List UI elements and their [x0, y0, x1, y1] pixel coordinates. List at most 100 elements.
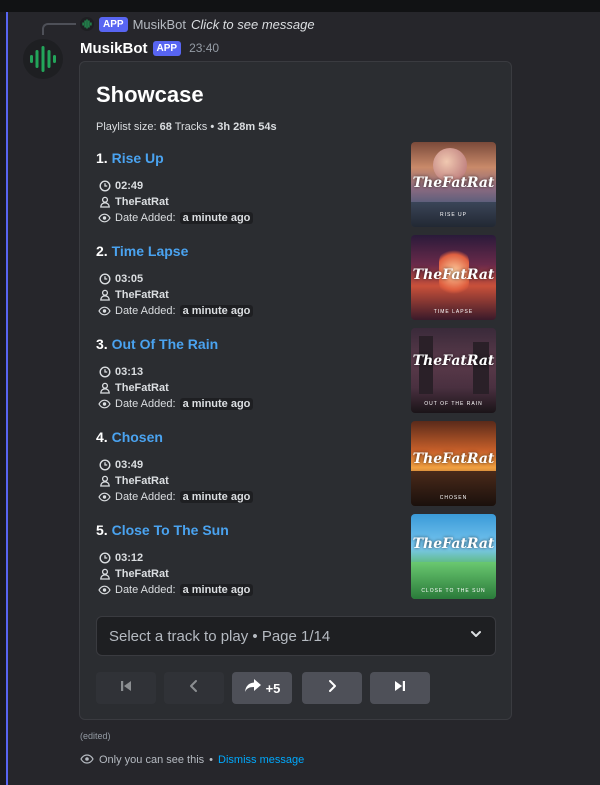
app-tag: APP [152, 40, 182, 56]
cover-subtitle: OUT OF THE RAIN [424, 401, 483, 407]
clock-icon [98, 365, 111, 378]
track-artist-name: TheFatRat [115, 474, 169, 487]
ephemeral-notice: Only you can see this • Dismiss message [80, 752, 304, 768]
cover-brand: TheFatRat [412, 536, 495, 552]
track-duration: 03:05 [98, 272, 143, 285]
user-icon [98, 474, 111, 487]
track-link[interactable]: Out Of The Rain [112, 336, 219, 352]
date-added-value: a minute ago [179, 304, 254, 317]
cover-subtitle: RISE UP [439, 212, 467, 218]
album-cover[interactable]: TheFatRat CLOSE TO THE SUN [411, 514, 496, 599]
jump-forward-button[interactable]: +5 [232, 672, 292, 704]
chevron-left-icon [187, 679, 201, 698]
reply-author[interactable]: MusikBot [133, 17, 186, 32]
app-tag: APP [99, 16, 128, 32]
next-page-button[interactable] [302, 672, 362, 704]
track-item: 1. Rise Up 02:49 TheFatRat Date Added: a… [96, 142, 496, 236]
previous-page-button[interactable] [164, 672, 224, 704]
date-added-label: Date Added: [115, 490, 176, 503]
track-artist-name: TheFatRat [115, 567, 169, 580]
date-added-label: Date Added: [115, 397, 176, 410]
track-duration-value: 02:49 [115, 179, 144, 192]
cover-subtitle: CHOSEN [439, 495, 468, 501]
date-added-label: Date Added: [115, 211, 176, 224]
reply-reference[interactable]: APP MusikBot Click to see message [80, 14, 315, 34]
track-artist: TheFatRat [98, 288, 169, 301]
forward-arrow-icon [244, 678, 262, 699]
eye-icon [98, 304, 111, 317]
select-placeholder: Select a track to play • Page 1/14 [109, 627, 331, 645]
track-number: 4. [96, 429, 108, 445]
eye-icon [98, 211, 111, 224]
date-added-value: a minute ago [179, 397, 254, 410]
author-name[interactable]: MusikBot [80, 40, 148, 57]
edited-label: (edited) [80, 731, 111, 741]
separator: • [209, 754, 214, 766]
track-number: 1. [96, 150, 108, 166]
cover-subtitle: TIME LAPSE [433, 309, 474, 315]
user-icon [98, 567, 111, 580]
track-duration: 03:49 [98, 458, 143, 471]
track-link[interactable]: Time Lapse [112, 243, 189, 259]
reply-text[interactable]: Click to see message [191, 17, 315, 32]
last-page-button[interactable] [370, 672, 430, 704]
reply-connector [42, 23, 76, 35]
track-title: 3. Out Of The Rain [96, 336, 218, 352]
track-item: 2. Time Lapse 03:05 TheFatRat Date Added… [96, 235, 496, 329]
track-artist: TheFatRat [98, 474, 169, 487]
album-cover[interactable]: TheFatRat TIME LAPSE [411, 235, 496, 320]
track-link[interactable]: Rise Up [112, 150, 164, 166]
track-select-dropdown[interactable]: Select a track to play • Page 1/14 [96, 616, 496, 656]
timestamp[interactable]: 23:40 [189, 41, 219, 55]
avatar[interactable] [23, 39, 63, 79]
ephemeral-text: Only you can see this [99, 754, 205, 766]
track-artist-name: TheFatRat [115, 195, 169, 208]
track-duration-value: 03:13 [115, 365, 144, 378]
jump-label: +5 [265, 680, 281, 696]
track-artist: TheFatRat [98, 567, 169, 580]
dismiss-message-link[interactable]: Dismiss message [218, 754, 304, 766]
user-icon [98, 195, 111, 208]
separator: • [210, 121, 215, 133]
track-artist-name: TheFatRat [115, 381, 169, 394]
top-strip [0, 0, 600, 12]
track-date-added: Date Added: a minute ago [98, 304, 254, 317]
message-accent-bar [6, 12, 8, 785]
track-item: 4. Chosen 03:49 TheFatRat Date Added: a … [96, 421, 496, 515]
first-page-button[interactable] [96, 672, 156, 704]
track-duration-value: 03:49 [115, 458, 144, 471]
skip-to-end-icon [393, 679, 407, 698]
cover-brand: TheFatRat [412, 451, 495, 467]
track-title: 4. Chosen [96, 429, 163, 445]
cover-brand: TheFatRat [412, 353, 495, 369]
track-link[interactable]: Chosen [112, 429, 163, 445]
date-added-label: Date Added: [115, 304, 176, 317]
album-cover[interactable]: TheFatRat CHOSEN [411, 421, 496, 506]
track-duration-value: 03:05 [115, 272, 144, 285]
chevron-down-icon [469, 627, 483, 646]
album-cover[interactable]: TheFatRat OUT OF THE RAIN [411, 328, 496, 413]
track-duration: 03:12 [98, 551, 143, 564]
track-duration-value: 03:12 [115, 551, 144, 564]
clock-icon [98, 458, 111, 471]
track-duration: 02:49 [98, 179, 143, 192]
user-icon [98, 288, 111, 301]
track-date-added: Date Added: a minute ago [98, 397, 254, 410]
date-added-label: Date Added: [115, 583, 176, 596]
embed-title: Showcase [96, 82, 204, 107]
track-link[interactable]: Close To The Sun [112, 522, 229, 538]
message-header: MusikBot APP 23:40 [80, 38, 219, 58]
track-item: 5. Close To The Sun 03:12 TheFatRat Date… [96, 514, 496, 608]
skip-to-start-icon [119, 679, 133, 698]
user-icon [98, 381, 111, 394]
eye-icon [98, 583, 111, 596]
chevron-right-icon [325, 679, 339, 698]
playlist-duration: 3h 28m 54s [217, 121, 277, 133]
playlist-embed: Showcase Playlist size: 68 Tracks • 3h 2… [79, 61, 512, 720]
clock-icon [98, 272, 111, 285]
cover-brand: TheFatRat [412, 267, 495, 283]
track-item: 3. Out Of The Rain 03:13 TheFatRat Date … [96, 328, 496, 422]
track-number: 2. [96, 243, 108, 259]
date-added-value: a minute ago [179, 583, 254, 596]
album-cover[interactable]: TheFatRat RISE UP [411, 142, 496, 227]
